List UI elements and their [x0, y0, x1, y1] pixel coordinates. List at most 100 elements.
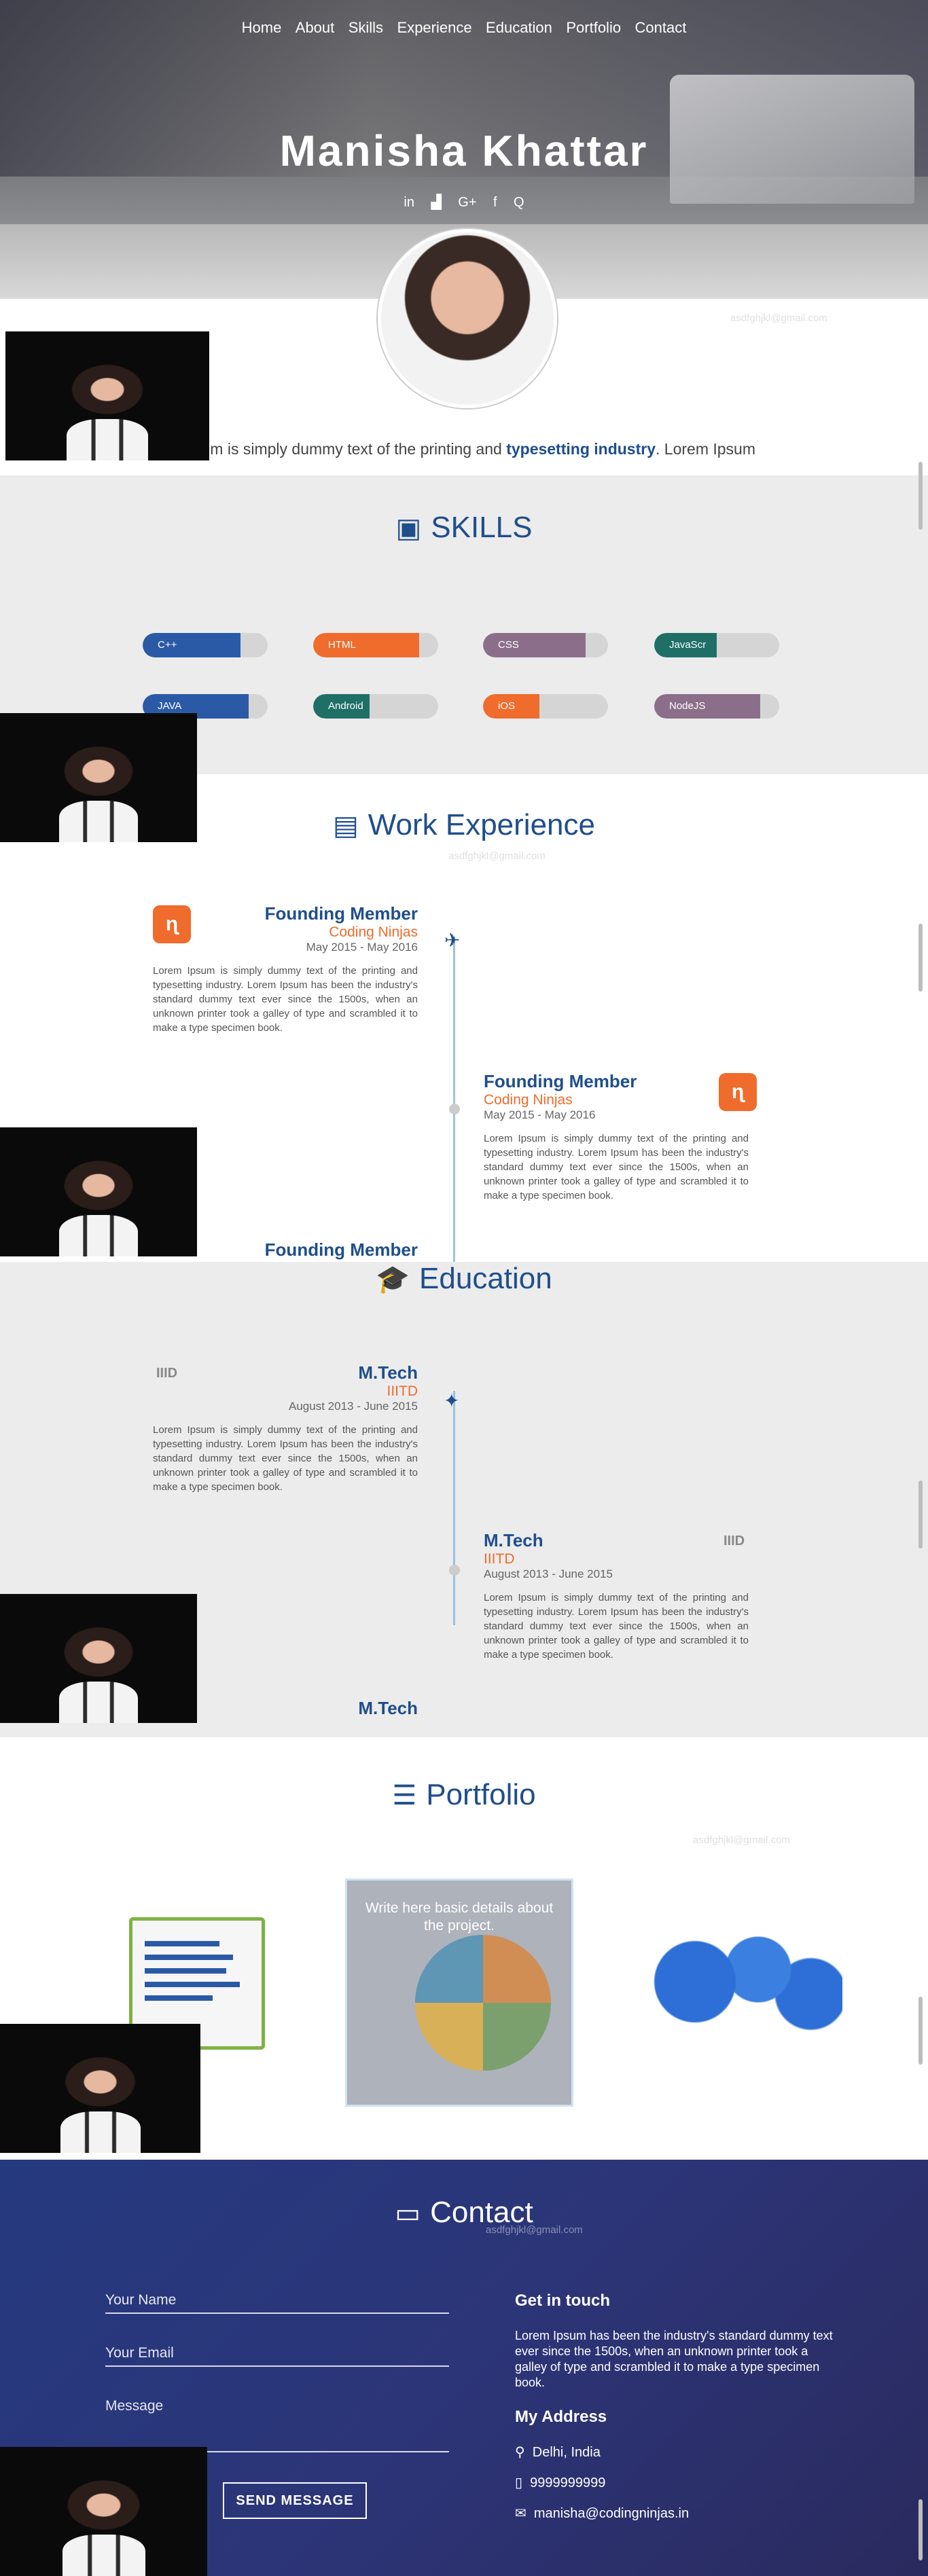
video-overlay	[5, 331, 209, 460]
video-overlay	[0, 1127, 197, 1256]
entry-date: May 2015 - May 2016	[306, 941, 418, 954]
skill-label: JAVA	[158, 700, 182, 712]
portfolio-title: ☰ Portfolio	[0, 1778, 928, 1812]
phone-line: ▯ 9999999999	[515, 2474, 605, 2491]
project-image-puzzle	[632, 1921, 842, 2043]
about-intro: sum is simply dummy text of the printing…	[194, 440, 873, 458]
education-entry: M.Tech IIITD August 2013 - June 2015 Lor…	[484, 1530, 749, 1662]
entry-date: August 2013 - June 2015	[289, 1400, 418, 1413]
video-overlay	[0, 2447, 207, 2576]
nav-experience[interactable]: Experience	[397, 19, 472, 36]
coding-ninjas-logo: ɳ	[719, 1073, 757, 1111]
nav-home[interactable]: Home	[242, 19, 282, 36]
faint-email: asdfghjkl@gmail.com	[486, 2224, 583, 2236]
nav-skills[interactable]: Skills	[349, 19, 383, 36]
portfolio-item[interactable]	[628, 1880, 853, 2104]
entry-description: Lorem Ipsum is simply dummy text of the …	[484, 1133, 749, 1201]
faint-email: asdfghjkl@gmail.com	[448, 850, 546, 862]
scrollbar-thumb[interactable]	[918, 1997, 923, 2065]
entry-org: IIITD	[387, 1383, 418, 1399]
skills-title-text: SKILLS	[431, 511, 533, 544]
scrollbar-thumb[interactable]	[918, 462, 923, 530]
skill-bar: iOS	[483, 694, 608, 719]
linkedin-icon[interactable]: in	[404, 195, 414, 211]
timeline-dot	[449, 1104, 460, 1114]
skill-label: JavaScr	[669, 639, 707, 651]
intro-text-end: . Lorem Ipsum	[656, 440, 755, 458]
skill-bar: Android	[313, 694, 438, 719]
video-overlay	[0, 2024, 200, 2153]
skill-bar: C++	[143, 633, 268, 657]
timeline-line	[453, 1391, 455, 1625]
nav-about[interactable]: About	[296, 19, 335, 36]
video-overlay	[0, 1594, 197, 1723]
skills-title: ▣ SKILLS	[0, 511, 928, 545]
list-icon: ☰	[392, 1781, 417, 1811]
entry-org: Coding Ninjas	[329, 924, 418, 940]
timeline-dot	[449, 1565, 460, 1576]
timeline-line	[453, 937, 455, 1262]
portfolio-hover-text: Write here basic details about the proje…	[365, 1900, 554, 1934]
faint-email: asdfghjkl@gmail.com	[730, 312, 827, 324]
intro-text: sum is simply dummy text of the printing…	[194, 440, 507, 458]
video-overlay	[0, 713, 197, 842]
skill-bar: HTML	[313, 633, 438, 657]
scrollbar-thumb[interactable]	[918, 2499, 923, 2560]
send-message-button[interactable]: SEND MESSAGE	[223, 2482, 367, 2519]
skill-label: iOS	[498, 700, 516, 712]
entry-title: M.Tech	[484, 1530, 543, 1550]
entry-date: May 2015 - May 2016	[484, 1108, 596, 1121]
email-text: manisha@codingninjas.in	[533, 2506, 690, 2521]
address-heading: My Address	[515, 2408, 607, 2426]
email-field[interactable]: Your Email	[105, 2345, 449, 2367]
entry-description: Lorem Ipsum is simply dummy text of the …	[153, 965, 418, 1034]
entry-title: Founding Member	[264, 903, 418, 924]
lightbulb-icon: ✦	[444, 1390, 460, 1411]
scrollbar-thumb[interactable]	[918, 924, 923, 992]
rocket-icon: ✈	[444, 930, 461, 951]
address-card-icon: ▭	[395, 2198, 421, 2228]
stackoverflow-icon[interactable]: ▟	[431, 194, 441, 211]
social-links: in ▟ G+ f Q	[0, 194, 928, 211]
quora-icon[interactable]: Q	[514, 195, 524, 211]
entry-title: M.Tech	[358, 1362, 418, 1383]
facebook-icon[interactable]: f	[493, 195, 497, 211]
faint-email: asdfghjkl@gmail.com	[693, 1834, 790, 1846]
teacher-board-icon: ▣	[395, 513, 422, 543]
entry-title: Founding Member	[484, 1071, 637, 1091]
email-line: ✉ manisha@codingninjas.in	[515, 2505, 689, 2522]
nav-portfolio[interactable]: Portfolio	[566, 19, 621, 36]
skill-label: CSS	[498, 639, 519, 651]
skill-label: NodeJS	[669, 700, 706, 712]
portfolio-title-text: Portfolio	[426, 1778, 536, 1811]
nav-education[interactable]: Education	[486, 19, 552, 36]
map-marker-icon: ⚲	[515, 2445, 525, 2460]
experience-title-text: Work Experience	[368, 808, 595, 841]
education-entry: M.Tech IIITD August 2013 - June 2015 Lor…	[153, 1362, 418, 1494]
profile-avatar	[378, 229, 557, 408]
skill-bar: CSS	[483, 633, 608, 657]
education-title: 🎓 Education	[0, 1262, 928, 1296]
google-plus-icon[interactable]: G+	[458, 195, 476, 211]
skill-bar: NodeJS	[654, 694, 779, 719]
portfolio-item-hovered[interactable]: Write here basic details about the proje…	[345, 1879, 573, 2107]
entry-org: Coding Ninjas	[484, 1092, 573, 1108]
education-title-text: Education	[419, 1262, 552, 1295]
entry-description: Lorem Ipsum is simply dummy text of the …	[153, 1424, 418, 1493]
scrollbar-thumb[interactable]	[918, 1481, 923, 1548]
skill-label: Android	[328, 700, 363, 712]
name-field[interactable]: Your Name	[105, 2292, 449, 2314]
experience-entry: Founding Member Coding Ninjas May 2015 -…	[153, 903, 418, 1035]
entry-org: IIITD	[484, 1551, 515, 1567]
top-nav: Home About Skills Experience Education P…	[0, 19, 928, 37]
address-line: ⚲ Delhi, India	[515, 2444, 601, 2461]
phone-text: 9999999999	[530, 2475, 606, 2490]
project-image-cycle	[415, 1935, 551, 2071]
graduation-cap-icon: 🎓	[376, 1265, 410, 1294]
iiitd-logo: IIID	[724, 1534, 745, 1548]
get-in-touch-heading: Get in touch	[515, 2291, 610, 2310]
nav-contact[interactable]: Contact	[635, 19, 687, 36]
skill-label: C++	[158, 639, 177, 651]
skill-label: HTML	[328, 639, 356, 651]
message-field[interactable]: Message	[105, 2398, 449, 2452]
